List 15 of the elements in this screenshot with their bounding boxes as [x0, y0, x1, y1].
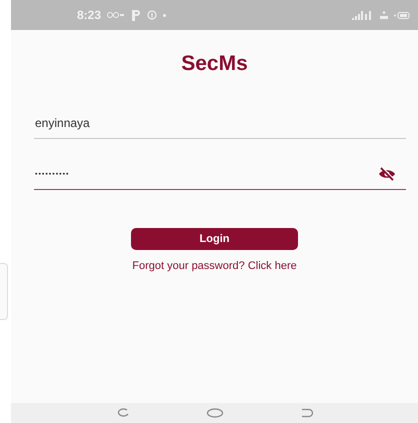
- login-button[interactable]: Login: [131, 228, 298, 250]
- recent-apps-icon[interactable]: [116, 408, 130, 418]
- eye-off-icon[interactable]: [378, 167, 396, 181]
- parking-icon: [131, 10, 142, 20]
- forgot-password-link[interactable]: Forgot your password? Click here: [132, 260, 297, 272]
- status-time: 8:23: [77, 8, 102, 22]
- app-title: SecMs: [181, 52, 248, 76]
- battery-icon: [394, 12, 410, 18]
- username-field[interactable]: enyinnaya: [34, 114, 406, 139]
- home-icon[interactable]: [206, 408, 224, 418]
- signal-icon: [352, 10, 374, 20]
- edge-handle[interactable]: [0, 263, 8, 320]
- info-icon: [147, 10, 158, 20]
- back-icon[interactable]: [300, 408, 314, 418]
- dot-icon: [163, 14, 166, 16]
